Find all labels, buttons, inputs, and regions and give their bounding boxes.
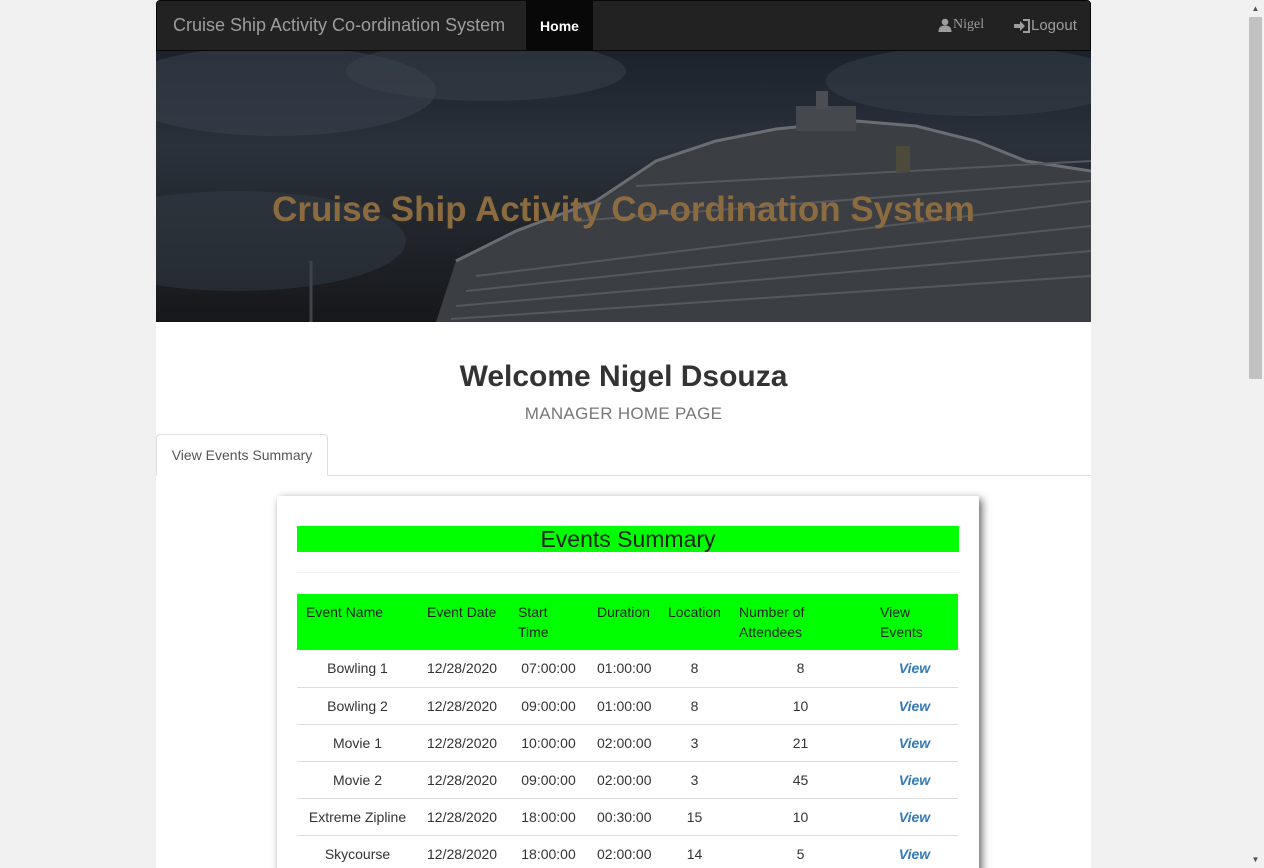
event-name-cell: Movie 2 bbox=[297, 761, 418, 799]
view-event-link[interactable]: View bbox=[899, 698, 930, 714]
event-name-cell: Bowling 2 bbox=[297, 687, 418, 725]
view-event-link[interactable]: View bbox=[899, 772, 930, 788]
column-header: Event Date bbox=[427, 604, 497, 620]
table-row: Skycourse 12/28/2020 18:00:00 02:00:00 14 5 Vi… bbox=[297, 835, 958, 868]
events-summary-panel: Events Summary Event Name Event Date Sta… bbox=[277, 496, 979, 868]
logout-label: Logout bbox=[1031, 17, 1077, 34]
event-name-cell: Extreme Zipline bbox=[297, 798, 418, 836]
duration-cell: 02:00:00 bbox=[588, 761, 659, 799]
event-date-cell: 12/28/2020 bbox=[418, 650, 509, 688]
table-row: Movie 2 12/28/2020 09:00:00 02:00:00 3 45 View bbox=[297, 761, 958, 799]
table-row: Bowling 1 12/28/2020 07:00:00 01:00:00 8 8 Vie… bbox=[297, 650, 958, 688]
event-date-cell: 12/28/2020 bbox=[418, 687, 509, 725]
view-link-cell: View bbox=[871, 650, 958, 688]
duration-cell: 02:00:00 bbox=[588, 724, 659, 762]
location-cell: 8 bbox=[659, 687, 730, 725]
duration-cell: 00:30:00 bbox=[588, 798, 659, 836]
column-header: View Events bbox=[871, 594, 958, 650]
table-row: Extreme Zipline 12/28/2020 18:00:00 00:30:0… bbox=[297, 798, 958, 836]
column-header: Start Time bbox=[509, 594, 588, 650]
location-cell: 3 bbox=[659, 724, 730, 762]
cruise-ship-image bbox=[156, 51, 1091, 322]
view-link-cell: View bbox=[871, 724, 958, 762]
scrollbar-thumb[interactable] bbox=[1249, 17, 1262, 379]
column-header: Location bbox=[668, 604, 721, 620]
duration-cell: 01:00:00 bbox=[588, 650, 659, 688]
event-name-cell: Movie 1 bbox=[297, 724, 418, 762]
divider bbox=[297, 572, 959, 573]
table-header-row: Event Name Event Date Start Time Duratio… bbox=[297, 594, 958, 650]
logout-link[interactable]: Logout bbox=[1014, 17, 1077, 34]
event-name-cell: Skycourse bbox=[297, 835, 418, 868]
location-cell: 15 bbox=[659, 798, 730, 836]
view-link-cell: View bbox=[871, 761, 958, 799]
start-time-cell: 09:00:00 bbox=[509, 761, 588, 799]
location-cell: 14 bbox=[659, 835, 730, 868]
table-row: Bowling 2 12/28/2020 09:00:00 01:00:00 8 10 Vi… bbox=[297, 687, 958, 725]
attendees-cell: 10 bbox=[730, 798, 871, 836]
logout-icon bbox=[1014, 18, 1030, 33]
attendees-cell: 45 bbox=[730, 761, 871, 799]
column-header-label: View Events bbox=[880, 604, 923, 640]
event-name-cell: Bowling 1 bbox=[297, 650, 418, 688]
event-date-cell: 12/28/2020 bbox=[418, 761, 509, 799]
view-link-cell: View bbox=[871, 798, 958, 836]
attendees-cell: 21 bbox=[730, 724, 871, 762]
column-header: Event Name bbox=[306, 604, 384, 620]
events-table: Event Name Event Date Start Time Duratio… bbox=[297, 594, 958, 868]
column-header-label: Number of Attendees bbox=[739, 604, 805, 640]
user-icon bbox=[938, 18, 952, 32]
location-cell: 3 bbox=[659, 761, 730, 799]
event-date-cell: 12/28/2020 bbox=[418, 724, 509, 762]
column-header-label: Start Time bbox=[518, 604, 549, 640]
column-header: Duration bbox=[597, 604, 650, 620]
view-event-link[interactable]: View bbox=[899, 735, 930, 751]
nav-user-link[interactable]: Nigel bbox=[938, 17, 984, 33]
hero-banner: Cruise Ship Activity Co-ordination Syste… bbox=[156, 51, 1091, 322]
navbar: Cruise Ship Activity Co-ordination Syste… bbox=[156, 0, 1091, 51]
event-date-cell: 12/28/2020 bbox=[418, 798, 509, 836]
event-date-cell: 12/28/2020 bbox=[418, 835, 509, 868]
start-time-cell: 10:00:00 bbox=[509, 724, 588, 762]
start-time-cell: 09:00:00 bbox=[509, 687, 588, 725]
nav-home-link[interactable]: Home bbox=[526, 1, 593, 51]
view-link-cell: View bbox=[871, 687, 958, 725]
start-time-cell: 18:00:00 bbox=[509, 798, 588, 836]
view-link-cell: View bbox=[871, 835, 958, 868]
duration-cell: 01:00:00 bbox=[588, 687, 659, 725]
scroll-down-arrow-icon[interactable]: ▼ bbox=[1247, 851, 1264, 868]
attendees-cell: 10 bbox=[730, 687, 871, 725]
start-time-cell: 07:00:00 bbox=[509, 650, 588, 688]
view-event-link[interactable]: View bbox=[899, 809, 930, 825]
attendees-cell: 8 bbox=[730, 650, 871, 688]
duration-cell: 02:00:00 bbox=[588, 835, 659, 868]
attendees-cell: 5 bbox=[730, 835, 871, 868]
start-time-cell: 18:00:00 bbox=[509, 835, 588, 868]
welcome-heading: Welcome Nigel Dsouza bbox=[459, 360, 788, 393]
nav-user-label: Nigel bbox=[953, 17, 985, 32]
location-cell: 8 bbox=[659, 650, 730, 688]
view-event-link[interactable]: View bbox=[899, 660, 930, 676]
brand-link[interactable]: Cruise Ship Activity Co-ordination Syste… bbox=[173, 15, 505, 36]
table-row: Movie 1 12/28/2020 10:00:00 02:00:00 3 21 View bbox=[297, 724, 958, 762]
column-header: Number of Attendees bbox=[730, 594, 871, 650]
hero-title: Cruise Ship Activity Co-ordination Syste… bbox=[272, 190, 975, 229]
page-container: Cruise Ship Activity Co-ordination Syste… bbox=[156, 0, 1091, 868]
view-event-link[interactable]: View bbox=[899, 846, 930, 862]
events-summary-heading: Events Summary bbox=[297, 526, 959, 552]
tab-view-events-summary[interactable]: View Events Summary bbox=[156, 434, 328, 476]
scroll-up-arrow-icon[interactable]: ▲ bbox=[1247, 0, 1264, 17]
page-subtitle: MANAGER HOME PAGE bbox=[524, 404, 723, 423]
